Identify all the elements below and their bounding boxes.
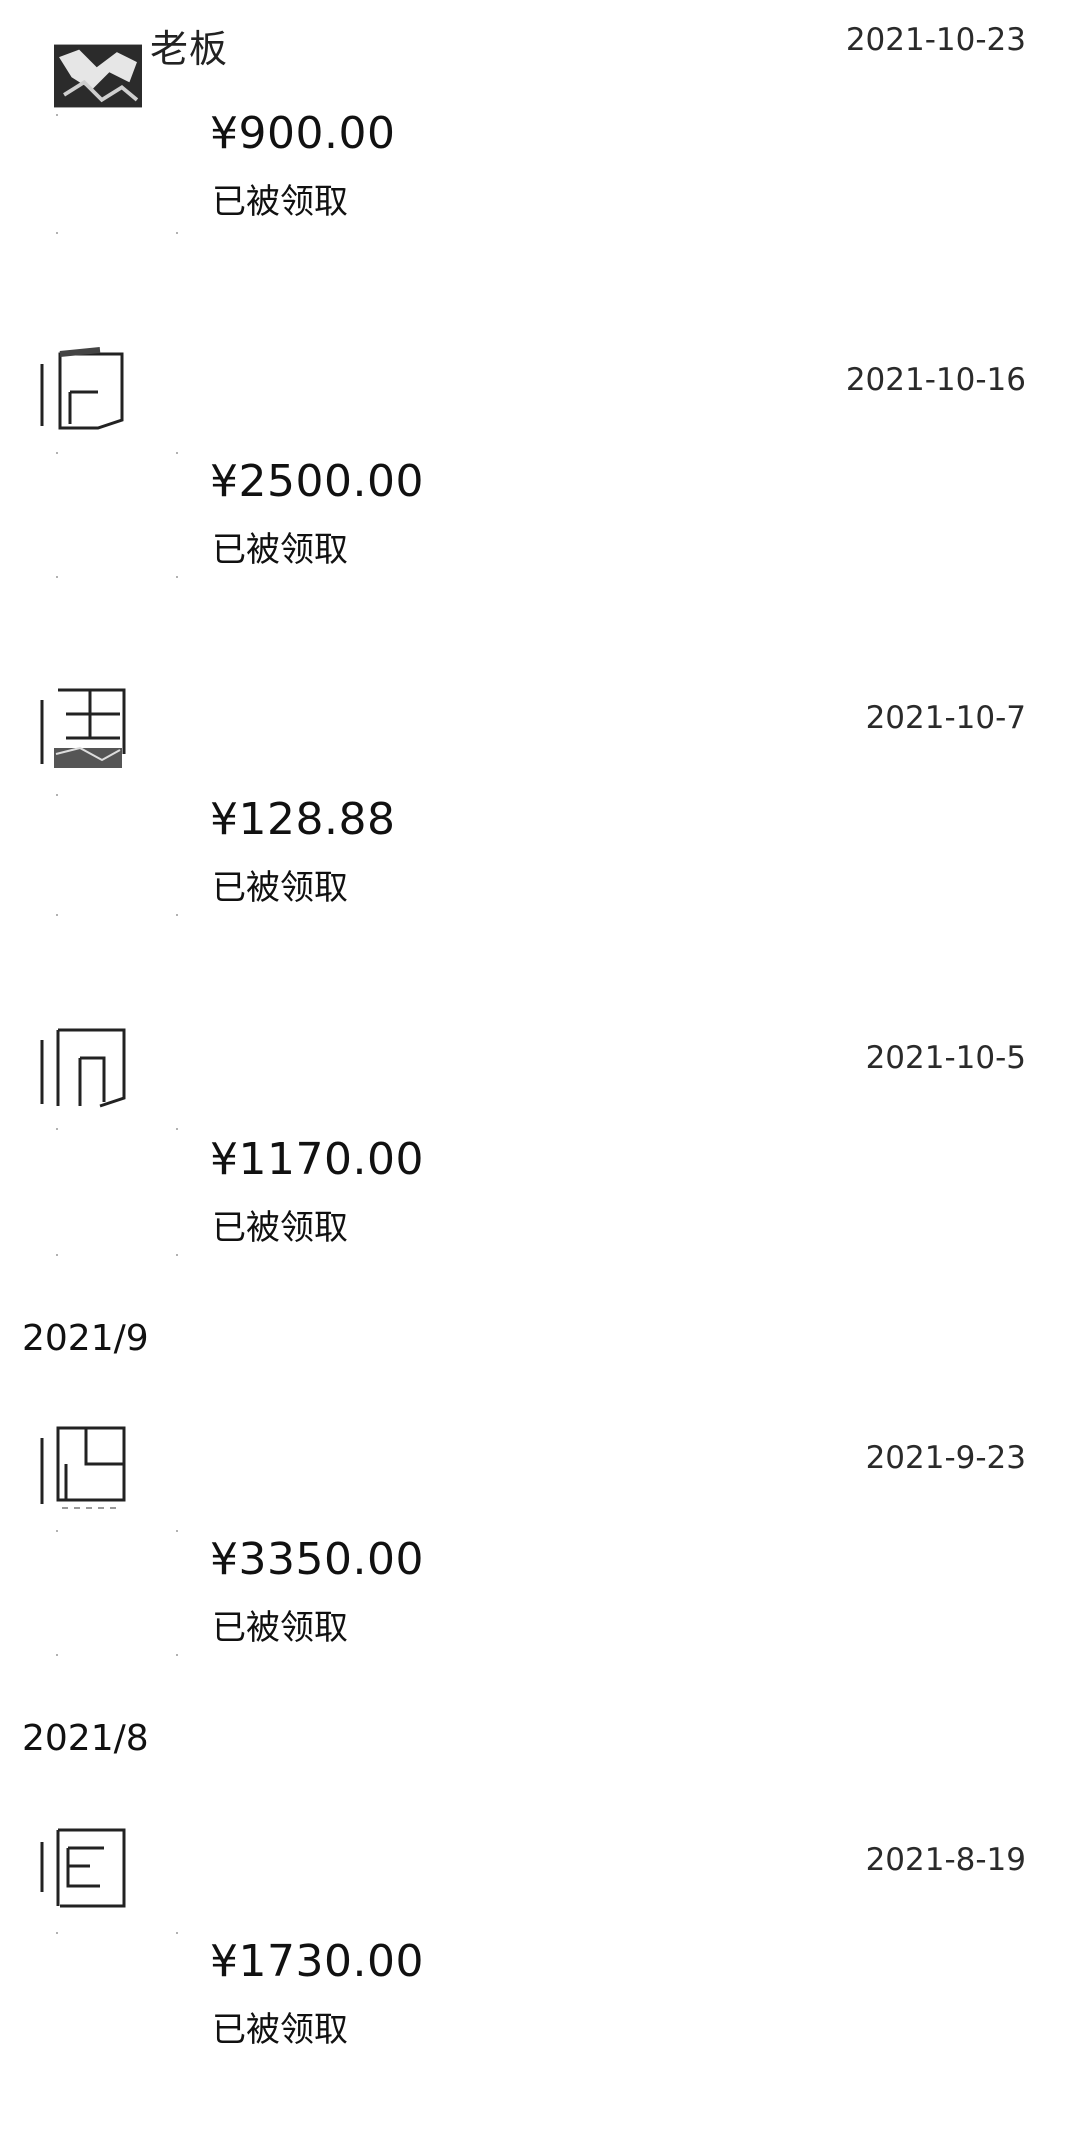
divider-speck <box>176 1254 178 1256</box>
divider-speck <box>56 1654 58 1656</box>
divider-speck <box>56 1128 58 1130</box>
transfer-date: 2021-8-19 <box>865 1842 1026 1878</box>
divider-speck <box>176 1932 178 1934</box>
divider-speck <box>56 114 58 116</box>
transfer-status: 已被领取 <box>212 1208 348 1248</box>
transfer-item[interactable]: 2021-10-16 ¥2500.00 已被领取 <box>0 340 1080 660</box>
divider-speck <box>176 576 178 578</box>
avatar-icon[interactable] <box>54 32 142 108</box>
divider-speck <box>176 1128 178 1130</box>
divider-speck <box>56 1530 58 1532</box>
divider-speck <box>56 1254 58 1256</box>
transfer-amount: ¥2500.00 <box>210 456 424 507</box>
divider-speck <box>56 1932 58 1934</box>
transfer-status: 已被领取 <box>212 530 348 570</box>
transfer-amount: ¥3350.00 <box>210 1534 424 1585</box>
transfer-item[interactable]: 老板 2021-10-23 ¥900.00 已被领取 <box>0 0 1080 312</box>
transfer-item[interactable]: 2021-10-5 ¥1170.00 已被领取 <box>0 1018 1080 1338</box>
avatar-icon[interactable] <box>40 346 128 434</box>
transfer-status: 已被领取 <box>212 1608 348 1648</box>
divider-speck <box>56 794 58 796</box>
avatar-image <box>40 688 126 768</box>
divider-speck <box>176 914 178 916</box>
divider-speck <box>176 1530 178 1532</box>
transfer-amount: ¥900.00 <box>210 108 396 159</box>
transfer-date: 2021-10-5 <box>865 1040 1026 1076</box>
avatar-image <box>54 44 142 108</box>
divider-speck <box>56 576 58 578</box>
avatar-image <box>40 347 124 430</box>
avatar-icon[interactable] <box>40 1826 128 1914</box>
avatar-image <box>40 1028 126 1108</box>
transfer-date: 2021-9-23 <box>865 1440 1026 1476</box>
transfer-status: 已被领取 <box>212 2010 348 2050</box>
transfer-status: 已被领取 <box>212 182 348 222</box>
transfer-date: 2021-10-16 <box>845 362 1026 398</box>
transfer-item[interactable]: 2021-9-23 ¥3350.00 已被领取 <box>0 1418 1080 1738</box>
avatar-image <box>40 1828 126 1908</box>
transfer-amount: ¥128.88 <box>210 794 396 845</box>
transfer-status: 已被领取 <box>212 868 348 908</box>
divider-speck <box>176 452 178 454</box>
sender-name: 老板 <box>150 27 229 71</box>
transfer-amount: ¥1170.00 <box>210 1134 424 1185</box>
divider-speck <box>56 232 58 234</box>
month-header: 2021/8 <box>22 1718 149 1759</box>
divider-speck <box>176 1654 178 1656</box>
avatar-icon[interactable] <box>40 1024 128 1112</box>
divider-speck <box>176 232 178 234</box>
month-header: 2021/9 <box>22 1318 149 1359</box>
avatar-icon[interactable] <box>40 684 128 772</box>
transfer-date: 2021-10-7 <box>865 700 1026 736</box>
divider-speck <box>56 452 58 454</box>
transfer-date: 2021-10-23 <box>845 22 1026 58</box>
transfer-amount: ¥1730.00 <box>210 1936 424 1987</box>
transfer-item[interactable]: 2021-10-7 ¥128.88 已被领取 <box>0 678 1080 998</box>
avatar-icon[interactable] <box>40 1424 128 1512</box>
transfer-item[interactable]: 2021-8-19 ¥1730.00 已被领取 <box>0 1820 1080 2140</box>
avatar-image <box>40 1426 126 1509</box>
divider-speck <box>56 914 58 916</box>
